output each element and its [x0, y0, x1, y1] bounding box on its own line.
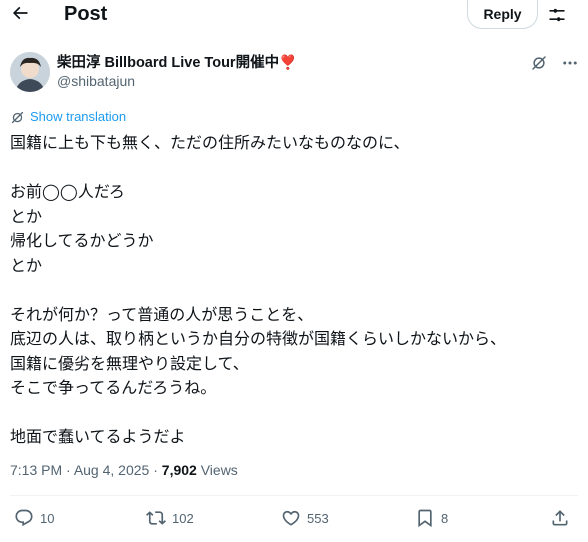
post-text-line: とか	[10, 206, 43, 226]
reply-count: 10	[40, 510, 55, 526]
separator-dot: ·	[66, 462, 74, 478]
repost-action[interactable]: 102	[146, 508, 194, 528]
post-text-line: 帰化してるかどうか	[10, 231, 154, 250]
divider	[10, 495, 578, 496]
share-icon	[552, 510, 568, 526]
share-action[interactable]	[550, 508, 570, 528]
reply-button[interactable]: Reply	[467, 0, 538, 29]
repost-icon	[146, 511, 166, 525]
reply-action[interactable]: 10	[14, 508, 54, 528]
page-title: Post	[64, 3, 108, 25]
heart-icon	[282, 510, 300, 526]
post-text-line	[10, 401, 580, 426]
bookmark-icon	[418, 509, 432, 528]
views-count: 7,902	[161, 462, 197, 478]
adjust-sliders-icon[interactable]	[547, 5, 567, 25]
post-date[interactable]: Aug 4, 2025	[74, 462, 150, 478]
top-bar: Post Reply	[0, 0, 588, 30]
like-count: 553	[307, 510, 329, 526]
avatar[interactable]	[10, 52, 50, 92]
back-arrow-icon[interactable]	[10, 3, 30, 23]
reply-icon	[15, 509, 33, 527]
post-text-line	[10, 278, 580, 303]
post-text-line: とか	[10, 255, 43, 275]
post-text-line: それが何か？って普通の人が思うことを、	[10, 304, 314, 324]
grok-icon[interactable]	[530, 54, 548, 72]
post-text-line	[10, 156, 580, 181]
post-time[interactable]: 7:13 PM	[10, 462, 62, 478]
post-text-line: お前◯◯人だろ	[10, 182, 125, 201]
views-label: Views	[200, 462, 238, 478]
bookmark-count: 8	[441, 510, 449, 526]
avatar-image	[10, 52, 50, 92]
post-metadata: 7:13 PM · Aug 4, 2025 · 7,902 Views	[10, 461, 238, 479]
separator-dot: ·	[153, 462, 162, 478]
show-translation-link[interactable]: Show translation	[10, 109, 126, 125]
author-handle[interactable]: @shibatajun	[57, 72, 135, 90]
post-text-line: 国籍に上も下も無く、ただの住所みたいなものなのに、	[10, 133, 410, 152]
post-text-line: 底辺の人は、取り柄というか自分の特徴が国籍くらいしかないから、	[10, 329, 507, 348]
post-text-line: そこで争ってるんだろうね。	[10, 378, 217, 397]
action-bar: 10 102 553 8	[0, 508, 588, 532]
more-options-icon[interactable]	[560, 54, 580, 72]
bookmark-action[interactable]: 8	[415, 508, 448, 528]
heart-exclamation-emoji: ❣️	[279, 54, 297, 70]
author-name-text: 柴田淳 Billboard Live Tour開催中	[57, 55, 280, 71]
show-translation-label: Show translation	[30, 109, 127, 124]
like-action[interactable]: 553	[281, 508, 329, 528]
post-text-line: 地面で蠢いてるようだよ	[10, 427, 186, 446]
grok-icon	[11, 111, 24, 123]
repost-count: 102	[172, 510, 194, 526]
post-text: 国籍に上も下も無く、ただの住所みたいなものなのに、 お前◯◯人だろ とか 帰化し…	[10, 131, 580, 450]
post-text-line: 国籍に優劣を無理やり設定して、	[10, 353, 249, 373]
author-display-name[interactable]: 柴田淳 Billboard Live Tour開催中❣️	[57, 52, 297, 73]
